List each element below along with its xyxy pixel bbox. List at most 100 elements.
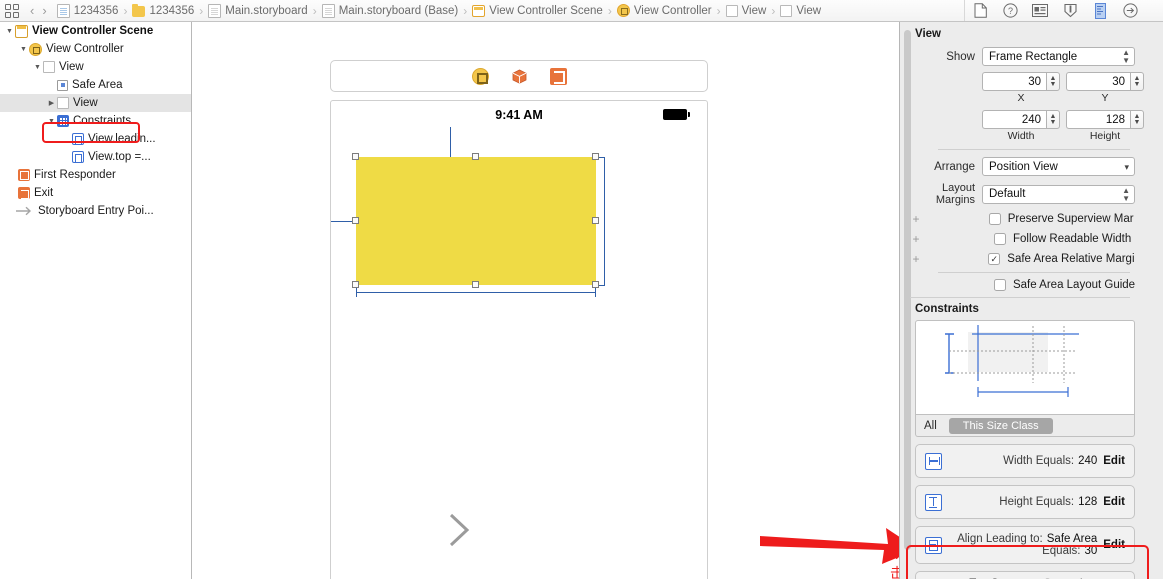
breadcrumb-label: View Controller [633,4,712,17]
width-stepper[interactable]: ▲ ▼ [1046,110,1060,129]
scene-dock[interactable] [330,60,708,92]
follow-readable-width-checkbox[interactable] [994,233,1006,245]
size-inspector-panel[interactable]: View Show Frame Rectangle ▲ ▼ 30 ▲ ▼ X 3… [899,22,1163,579]
size-inspector-icon[interactable] [1085,0,1115,22]
scope-all-button[interactable]: All [924,420,937,432]
document-outline[interactable]: ▼ View Controller Scene ▼ View Controlle… [0,22,192,579]
outline-row-constraint-top[interactable]: View.top =... [0,148,191,166]
safe-area-layout-guide-checkbox[interactable] [993,279,1006,291]
resize-handle-middle-right[interactable] [592,217,599,224]
add-variation-icon[interactable]: + [910,212,922,226]
outline-row-first-responder[interactable]: First Responder [0,166,191,184]
resize-handle-bottom-center[interactable] [472,281,479,288]
add-variation-icon[interactable]: + [910,252,922,266]
preserve-superview-margins-checkbox[interactable] [988,213,1001,225]
arrange-popup-button[interactable]: Position View ▾ [982,157,1135,176]
view-controller-icon[interactable] [471,67,489,85]
safe-area-relative-margins-checkbox[interactable]: ✓ [988,253,1001,265]
resize-handle-bottom-left[interactable] [352,281,359,288]
resize-handle-top-left[interactable] [352,153,359,160]
x-input[interactable]: 30 [982,72,1046,91]
outline-row-entry-point[interactable]: Storyboard Entry Poi... [0,202,191,220]
constraint-card-width[interactable]: Width Equals: 240 Edit [915,444,1135,478]
disclosure-triangle-right-icon[interactable]: ▶ [46,99,57,107]
outline-label: Constraints [73,115,132,127]
breadcrumb-item-view-controller[interactable]: View Controller [616,4,712,17]
constraints-diagram[interactable] [915,320,1135,415]
height-stepper[interactable]: ▲ ▼ [1130,110,1144,129]
y-input[interactable]: 30 [1066,72,1130,91]
identity-inspector-icon[interactable] [1025,0,1055,22]
file-inspector-icon[interactable] [965,0,995,22]
edit-button[interactable]: Edit [1103,496,1125,508]
disclosure-triangle-down-icon[interactable]: ▼ [46,118,57,125]
resize-handle-top-right[interactable] [592,153,599,160]
outline-label: View Controller [46,43,124,55]
breadcrumb-item-scene[interactable]: View Controller Scene [472,4,603,17]
resize-handle-middle-left[interactable] [352,217,359,224]
view-icon [780,5,793,17]
constraints-icon [57,115,69,127]
width-constraint-cap-left [356,288,357,297]
outline-row-view[interactable]: ▼ View [0,58,191,76]
constraint-card-align-leading[interactable]: Align Leading to: Safe Area Equals: 30 Edi… [915,526,1135,564]
outline-row-constraint-leading[interactable]: View.leadin... [0,130,191,148]
device-preview[interactable]: 9:41 AM [330,100,708,579]
status-bar-clock: 9:41 AM [495,108,543,122]
disclosure-triangle-down-icon[interactable]: ▼ [18,46,29,53]
outline-label: Safe Area [72,79,123,91]
y-stepper[interactable]: ▲ ▼ [1130,72,1144,91]
constraint-key: Align Leading to: [957,533,1043,545]
add-variation-icon[interactable]: + [910,232,922,246]
disclosure-triangle-down-icon[interactable]: ▼ [4,28,15,35]
resize-handle-bottom-right[interactable] [592,281,599,288]
constraint-card-top-space[interactable]: Top Space to:Superview Equals:30 Edit [915,571,1135,579]
outline-row-scene[interactable]: ▼ View Controller Scene [0,22,191,40]
back-button[interactable]: ‹ [26,3,38,18]
constraint-card-height[interactable]: Height Equals: 128 Edit [915,485,1135,519]
outline-row-safe-area[interactable]: Safe Area [0,76,191,94]
width-input[interactable]: 240 [982,110,1046,129]
outline-row-subview[interactable]: ▶ View [0,94,191,112]
project-icon [56,3,70,18]
width-constraint-line[interactable] [356,292,596,293]
forward-button[interactable]: › [38,3,50,18]
safe-area-icon [57,79,68,91]
breadcrumb-item-storyboard-base[interactable]: Main.storyboard (Base) [321,3,458,18]
x-stepper[interactable]: ▲ ▼ [1046,72,1060,91]
breadcrumb-label: View [796,4,822,17]
layout-margins-popup-button[interactable]: Default ▲ ▼ [982,184,1135,204]
x-label: X [1017,92,1025,104]
connections-inspector-icon[interactable] [1055,0,1085,22]
outline-row-view-controller[interactable]: ▼ View Controller [0,40,191,58]
breadcrumb-item-project[interactable]: 1234356 [56,3,118,18]
quick-help-inspector-icon[interactable]: ? [995,0,1025,22]
storyboard-canvas[interactable]: 9:41 AM 击 [193,22,899,579]
edit-button[interactable]: Edit [1103,455,1125,467]
related-items-icon[interactable] [5,3,20,18]
scope-this-size-class-button[interactable]: This Size Class [948,417,1053,434]
height-input[interactable]: 128 [1066,110,1130,129]
show-popup-button[interactable]: Frame Rectangle ▲ ▼ [982,47,1135,66]
outline-row-constraints[interactable]: ▼ Constraints [0,112,191,130]
breadcrumb-item-subview[interactable]: View [780,4,821,17]
checkbox-row-follow-readable-width: + Follow Readable Width [910,232,1135,246]
outline-row-exit[interactable]: Exit [0,184,191,202]
constraints-scope-toggle[interactable]: All This Size Class [915,415,1135,437]
view-icon [57,97,69,109]
divider [910,297,1130,298]
exit-icon[interactable] [549,67,567,85]
height-constraint-line[interactable] [604,157,605,285]
breadcrumb-item-folder[interactable]: 1234356 [132,4,194,17]
attributes-inspector-icon[interactable] [1115,0,1145,22]
breadcrumb-item-view[interactable]: View [725,4,766,17]
edit-button[interactable]: Edit [1103,539,1125,551]
selected-yellow-view[interactable] [356,157,596,285]
resize-handle-top-center[interactable] [472,153,479,160]
outline-label: View [59,61,84,73]
first-responder-icon[interactable] [511,68,528,85]
arrange-row: Arrange Position View ▾ [910,157,1135,176]
disclosure-triangle-down-icon[interactable]: ▼ [32,64,43,71]
breadcrumb-item-storyboard[interactable]: Main.storyboard [208,3,308,18]
outline-label: View Controller Scene [32,25,154,37]
